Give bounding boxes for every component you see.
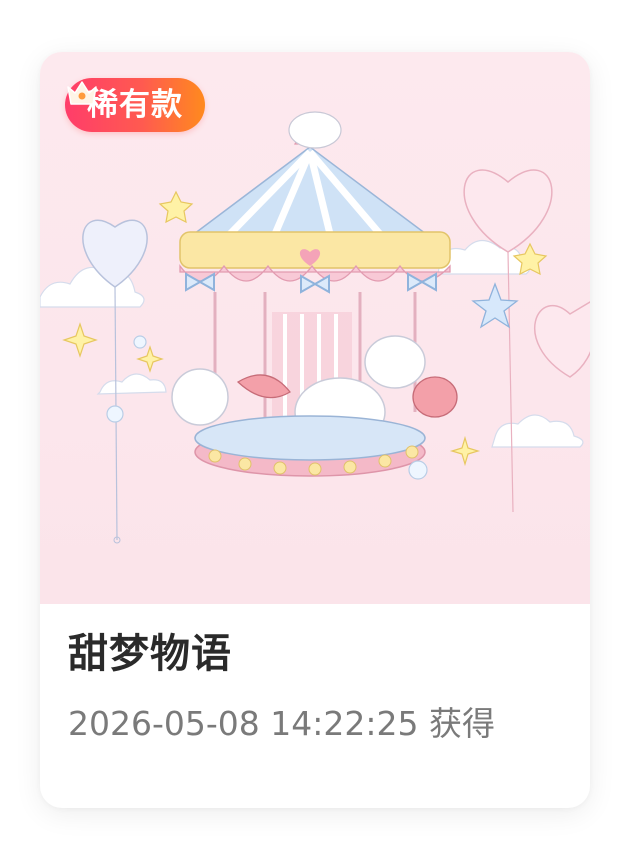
carousel-artwork: 稀有款	[40, 52, 590, 604]
rarity-badge: 稀有款	[65, 78, 205, 132]
rarity-label: 稀有款	[87, 86, 183, 123]
acquired-timestamp: 2026-05-08 14:22:25 获得	[68, 704, 495, 743]
item-title: 甜梦物语	[68, 631, 232, 677]
carousel-illustration	[40, 111, 590, 544]
crown-icon	[67, 81, 97, 105]
collectible-card[interactable]: 稀有款 甜梦物语 2026-05-08 14:22:25 获得	[40, 52, 590, 808]
